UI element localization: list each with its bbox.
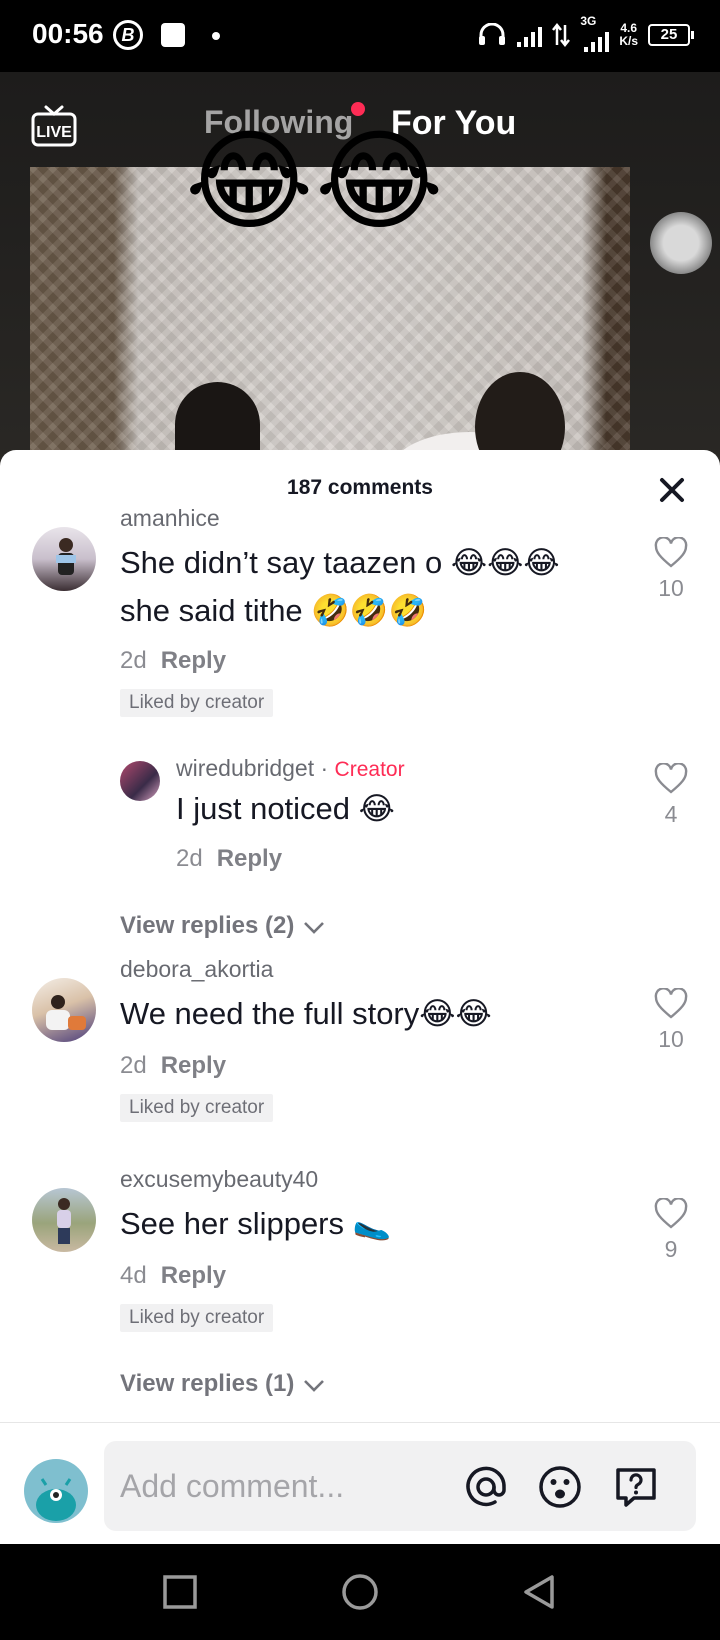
like-count: 10 (658, 1026, 684, 1052)
comment-text: I just noticed 😂 (176, 791, 395, 826)
view-replies-button[interactable]: View replies (2) (120, 912, 327, 940)
comment-input-box[interactable] (104, 1441, 696, 1531)
comment-text: See her slippers 🥿 (120, 1206, 392, 1241)
avatar[interactable] (120, 761, 160, 801)
reply-button[interactable]: Reply (161, 1262, 226, 1289)
comment-input[interactable] (120, 1461, 460, 1511)
avatar[interactable] (32, 1188, 96, 1252)
comment-username: wiredubridget · Creator (176, 755, 405, 782)
notification-square-icon (161, 23, 185, 47)
video-player[interactable]: LIVE Following For You 😂 😂 (0, 72, 720, 472)
notification-dot-icon (212, 32, 220, 40)
status-bar: 00:56 B 3G 4.6 K/s 25 (0, 0, 720, 72)
b-app-icon: B (113, 20, 143, 50)
recents-square-icon[interactable] (160, 1572, 200, 1612)
back-triangle-icon[interactable] (520, 1572, 560, 1612)
like-count: 9 (664, 1236, 678, 1262)
reply-button[interactable]: Reply (217, 845, 282, 872)
live-tv-icon[interactable]: LIVE (30, 104, 78, 148)
comment-age: 2d (176, 845, 203, 872)
view-replies-button[interactable]: View replies (1) (120, 1370, 327, 1398)
reply-button[interactable]: Reply (161, 647, 226, 674)
signal-1-icon (517, 23, 543, 47)
liked-by-creator-badge: Liked by creator (120, 1094, 274, 1122)
my-avatar[interactable] (24, 1459, 88, 1523)
headset-icon (479, 23, 506, 45)
comment-age: 2d (120, 647, 147, 674)
heart-icon[interactable] (654, 763, 688, 795)
comment-age: 4d (120, 1262, 147, 1289)
comment-text: We need the full story😂😂 (120, 996, 492, 1031)
heart-icon[interactable] (654, 988, 688, 1020)
comments-count-title: 187 comments (287, 476, 433, 499)
avatar[interactable] (32, 527, 96, 591)
mention-icon[interactable] (462, 1463, 510, 1511)
status-indicators: 3G 4.6 K/s 25 (477, 14, 694, 52)
comment-text: she said tithe 🤣🤣🤣 (120, 593, 428, 628)
avatar[interactable] (32, 978, 96, 1042)
comment-username[interactable]: excusemybeauty40 (120, 1166, 318, 1193)
view-replies-label: View replies (2) (120, 912, 295, 939)
like-count: 10 (658, 575, 684, 601)
creator-label: Creator (334, 758, 405, 781)
like-count: 4 (664, 801, 678, 827)
data-arrows-icon (552, 23, 571, 47)
battery-icon: 25 (648, 24, 694, 46)
close-icon[interactable] (652, 470, 692, 510)
comment-meta: 2d Reply (120, 1052, 226, 1080)
comment-age: 2d (120, 1052, 147, 1079)
separator-dot: · (320, 755, 329, 781)
comment-meta: 2d Reply (176, 845, 282, 873)
reply-button[interactable]: Reply (161, 1052, 226, 1079)
comment-text: She didn’t say taazen o 😂😂😂 (120, 545, 560, 580)
home-circle-icon[interactable] (340, 1572, 380, 1612)
laughing-emoji-sticker: 😂 (315, 120, 444, 243)
comment-meta: 4d Reply (120, 1262, 226, 1290)
laughing-emoji-sticker: 😂 (185, 120, 314, 243)
liked-by-creator-badge: Liked by creator (120, 689, 274, 717)
comments-sheet: 187 comments amanhice She didn’t say taa… (0, 450, 720, 1544)
signal-2-icon (584, 28, 610, 52)
emoji-icon[interactable] (536, 1463, 584, 1511)
network-type: 3G (580, 14, 597, 28)
reply-username[interactable]: wiredubridget (176, 755, 314, 781)
view-replies-label: View replies (1) (120, 1370, 295, 1397)
svg-text:LIVE: LIVE (36, 124, 72, 141)
comment-username[interactable]: debora_akortia (120, 956, 273, 983)
comment-meta: 2d Reply (120, 647, 226, 675)
comment-username[interactable]: amanhice (120, 505, 220, 532)
heart-icon[interactable] (654, 537, 688, 569)
status-time: 00:56 (32, 18, 104, 49)
chevron-down-icon (304, 921, 324, 934)
floating-orb[interactable] (650, 212, 712, 274)
liked-by-creator-badge: Liked by creator (120, 1304, 274, 1332)
system-nav-bar (0, 1544, 720, 1640)
comment-input-bar (0, 1422, 720, 1544)
net-speed: 4.6 K/s (619, 21, 638, 48)
question-bubble-icon[interactable] (612, 1463, 660, 1511)
heart-icon[interactable] (654, 1198, 688, 1230)
new-content-dot (351, 102, 365, 116)
chevron-down-icon (304, 1379, 324, 1392)
